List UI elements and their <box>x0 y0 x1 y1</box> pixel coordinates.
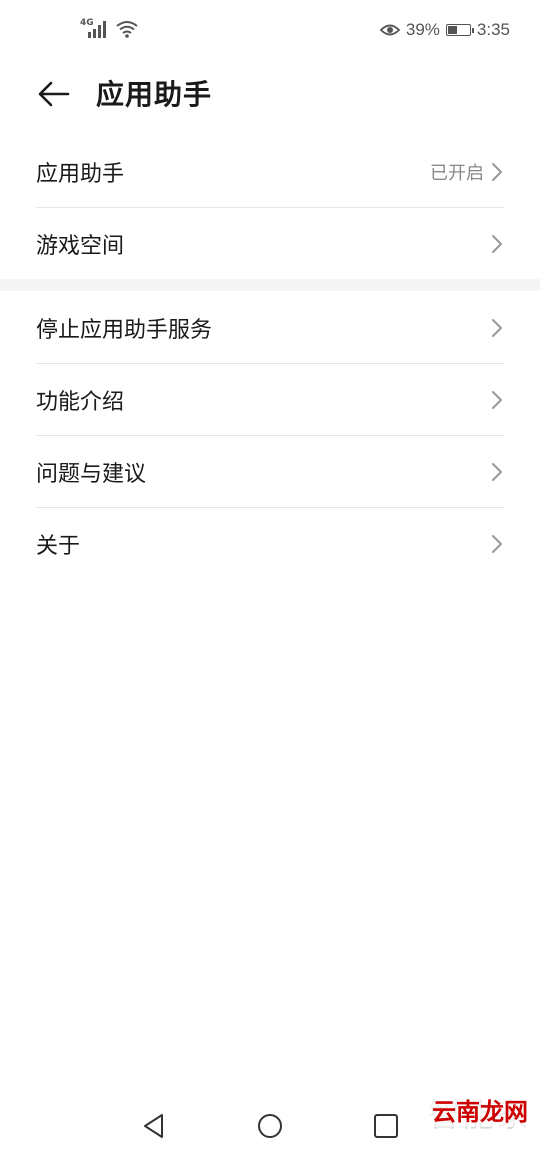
list-item-label: 停止应用助手服务 <box>36 318 213 343</box>
page-title: 应用助手 <box>96 78 213 111</box>
nav-back-button[interactable] <box>140 1112 168 1140</box>
status-right: 39% 3:35 <box>379 20 510 40</box>
battery-percent: 39% <box>405 20 440 39</box>
list-item-label: 问题与建议 <box>36 462 147 487</box>
eye-comfort-icon <box>379 24 400 36</box>
list-item-feedback[interactable]: 问题与建议 <box>0 436 540 508</box>
battery-icon <box>445 24 474 36</box>
settings-group-main: 应用助手 已开启 游戏空间 <box>0 136 540 280</box>
status-bar: 4G 39% 3:35 <box>0 0 540 60</box>
nav-recents-button[interactable] <box>372 1112 400 1140</box>
list-item-label: 应用助手 <box>36 162 125 187</box>
triangle-back-icon <box>144 1114 163 1138</box>
chevron-right-icon <box>492 319 502 337</box>
section-separator <box>0 279 540 291</box>
chevron-right-icon <box>492 163 502 181</box>
list-item-game-space[interactable]: 游戏空间 <box>0 208 540 280</box>
list-item-label: 关于 <box>36 534 81 559</box>
square-recents-icon <box>374 1114 398 1138</box>
list-item-about[interactable]: 关于 <box>0 508 540 580</box>
network-type: 4G <box>80 18 94 28</box>
status-left: 4G <box>80 18 138 38</box>
circle-home-icon <box>258 1114 282 1138</box>
chevron-right-icon <box>492 463 502 481</box>
chevron-right-icon <box>492 235 502 253</box>
nav-home-button[interactable] <box>256 1112 284 1140</box>
status-value: 已开启 <box>430 163 484 184</box>
clock: 3:35 <box>476 20 510 39</box>
list-item-feature-intro[interactable]: 功能介绍 <box>0 364 540 436</box>
list-item-label: 功能介绍 <box>36 390 125 415</box>
list-item-app-assistant[interactable]: 应用助手 已开启 <box>0 136 540 208</box>
battery-fill <box>447 26 457 34</box>
app-bar: 应用助手 <box>0 60 540 130</box>
arrow-left-icon <box>38 81 70 107</box>
chevron-right-icon <box>492 391 502 409</box>
list-item-label: 游戏空间 <box>36 234 125 259</box>
watermark-brand: 云南龙网 <box>428 1092 532 1127</box>
back-button[interactable] <box>34 74 74 114</box>
wifi-icon <box>116 21 138 38</box>
list-item-stop-service[interactable]: 停止应用助手服务 <box>0 292 540 364</box>
chevron-right-icon <box>492 535 502 553</box>
settings-group-more: 停止应用助手服务 功能介绍 问题与建议 关于 <box>0 292 540 580</box>
